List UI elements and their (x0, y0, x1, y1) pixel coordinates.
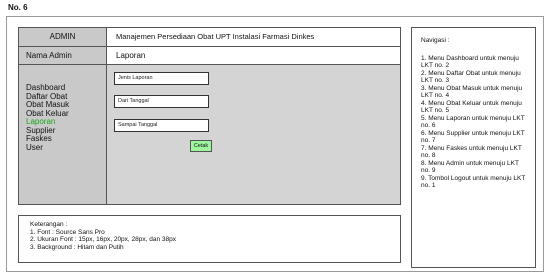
date-from-field[interactable]: Dari Tanggal (114, 95, 209, 108)
user-name: Nama Admin (19, 47, 106, 65)
navigation-item: 1. Menu Dashboard untuk menuju LKT no. 2 (421, 54, 519, 70)
notes-line: 2. Ukuran Font : 15px, 16px, 20px, 28px,… (30, 236, 176, 243)
notes-panel: Keterangan : 1. Font : Source Sans Pro 2… (18, 215, 401, 263)
navigation-item: 7. Menu Faskes untuk menuju LKT no. 8 (421, 144, 522, 160)
notes-line: 3. Background : Hitam dan Putih (30, 243, 124, 251)
role-label: ADMIN (19, 28, 107, 47)
navigation-item: 2. Menu Daftar Obat untuk menuju LKT no.… (421, 69, 521, 85)
print-button[interactable]: Cetak (190, 140, 212, 152)
app-title: Manajemen Persediaan Obat UPT Instalasi … (107, 28, 400, 47)
navigation-item: 9. Tombol Logout untuk menuju LKT no. 1 (421, 174, 526, 190)
navigation-title: Navigasi : (421, 37, 450, 44)
page-title: Laporan (107, 47, 400, 65)
notes-heading: Keterangan : (30, 221, 68, 228)
report-type-field[interactable]: Jenis Laporan (114, 72, 209, 85)
app-wireframe: ADMIN Manajemen Persediaan Obat UPT Inst… (18, 27, 401, 205)
navigation-item: 6. Menu Supplier untuk menuju LKT no. 7 (421, 129, 525, 145)
sidebar-item-user[interactable]: User (26, 143, 69, 153)
navigation-item: 5. Menu Laporan untuk menuju LKT no. 6 (421, 114, 525, 130)
navigation-item: 3. Menu Obat Masuk untuk menuju LKT no. … (421, 84, 523, 100)
notes-line: 1. Font : Source Sans Pro (30, 228, 105, 236)
sheet-number: No. 6 (8, 3, 28, 12)
navigation-list: 1. Menu Dashboard untuk menuju LKT no. 2… (421, 55, 528, 190)
navigation-panel: Navigasi : 1. Menu Dashboard untuk menuj… (411, 27, 536, 268)
navigation-item: 4. Menu Obat Keluar untuk menuju LKT no.… (421, 99, 522, 115)
main-content: Laporan Jenis Laporan Dari Tanggal Sampa… (107, 47, 400, 204)
sidebar: Nama Admin Dashboard Daftar Obat Obat Ma… (19, 47, 107, 204)
date-to-field[interactable]: Sampai Tanggal (114, 119, 209, 132)
navigation-item: 8. Menu Admin untuk menuju LKT no. 9 (421, 159, 519, 175)
sidebar-menu: Dashboard Daftar Obat Obat Masuk Obat Ke… (26, 83, 69, 153)
